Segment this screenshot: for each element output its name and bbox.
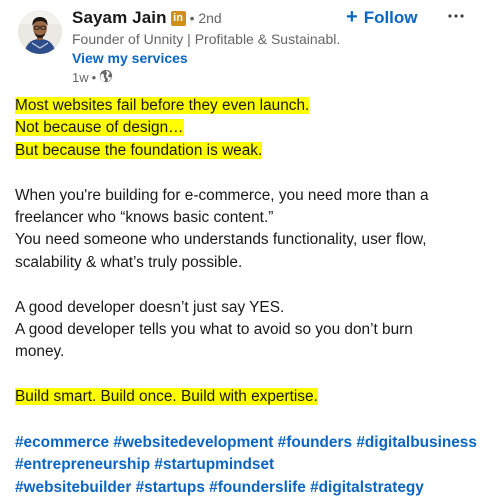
author-headline: Founder of Unnity | Profitable & Sustain… — [72, 31, 340, 47]
hashtag-link[interactable]: #startups — [136, 479, 205, 496]
hashtag-link[interactable]: #ecommerce — [15, 434, 109, 451]
hashtag-link[interactable]: #websitebuilder — [15, 479, 131, 496]
hashtag-link[interactable]: #entrepreneurship — [15, 456, 150, 473]
highlighted-text: Not because of design… — [15, 119, 184, 137]
hashtag-link[interactable]: #digitalstrategy — [310, 479, 424, 496]
post-line: You need someone who understands functio… — [15, 231, 427, 249]
profile-photo — [18, 10, 62, 54]
follow-label: Follow — [363, 7, 418, 27]
hashtag-link[interactable]: #founders — [278, 434, 352, 451]
post-line: Build smart. Build once. Build with expe… — [15, 386, 475, 408]
post-line: Most websites fail before they even laun… — [15, 95, 475, 117]
highlighted-text: Most websites fail before they even laun… — [15, 97, 310, 114]
linkedin-post: Sayam Jain in • 2nd Founder of Unnity | … — [0, 0, 482, 504]
hashtag-line: #entrepreneurship #startupmindset — [15, 454, 477, 476]
hashtag-link[interactable]: #websitedevelopment — [113, 434, 273, 451]
avatar[interactable] — [18, 10, 62, 54]
hashtag-line: #ecommerce #websitedevelopment #founders… — [15, 432, 477, 454]
hashtag-link[interactable]: #digitalbusiness — [356, 434, 477, 451]
post-line: scalability & what’s truly possible. — [15, 253, 243, 271]
post-meta: 1w • — [72, 69, 113, 86]
author-name[interactable]: Sayam Jain — [72, 8, 167, 28]
connection-degree: • 2nd — [189, 10, 222, 26]
post-time: 1w — [72, 70, 89, 85]
more-horizontal-icon[interactable] — [444, 6, 468, 26]
meta-separator: • — [91, 70, 97, 85]
hashtag-block: #ecommerce #websitedevelopment #founders… — [15, 432, 477, 499]
post-line: money. — [15, 343, 65, 361]
post-line: freelancer who “knows basic content.” — [15, 209, 274, 227]
post-body: Most websites fail before they even laun… — [15, 95, 475, 409]
highlighted-text: Build smart. Build once. Build with expe… — [15, 388, 318, 406]
hashtag-line: #websitebuilder #startups #founderslife … — [15, 477, 477, 499]
post-line: A good developer doesn’t just say YES. — [15, 298, 285, 316]
hashtag-link[interactable]: #founderslife — [209, 479, 306, 496]
hashtag-link[interactable]: #startupmindset — [154, 456, 274, 473]
plus-icon: + — [346, 6, 358, 28]
post-line: Not because of design… — [15, 117, 475, 139]
follow-button[interactable]: + Follow — [346, 6, 418, 29]
author-row: Sayam Jain in • 2nd — [72, 8, 222, 28]
post-line: A good developer tells you what to avoid… — [15, 321, 413, 339]
highlighted-text: But because the foundation is weak. — [15, 141, 263, 159]
post-line: When you're building for e-commerce, you… — [15, 186, 429, 204]
globe-icon — [99, 69, 113, 86]
post-line: But because the foundation is weak. — [15, 140, 475, 162]
linkedin-premium-icon: in — [170, 10, 186, 26]
view-services-link[interactable]: View my services — [72, 50, 188, 66]
